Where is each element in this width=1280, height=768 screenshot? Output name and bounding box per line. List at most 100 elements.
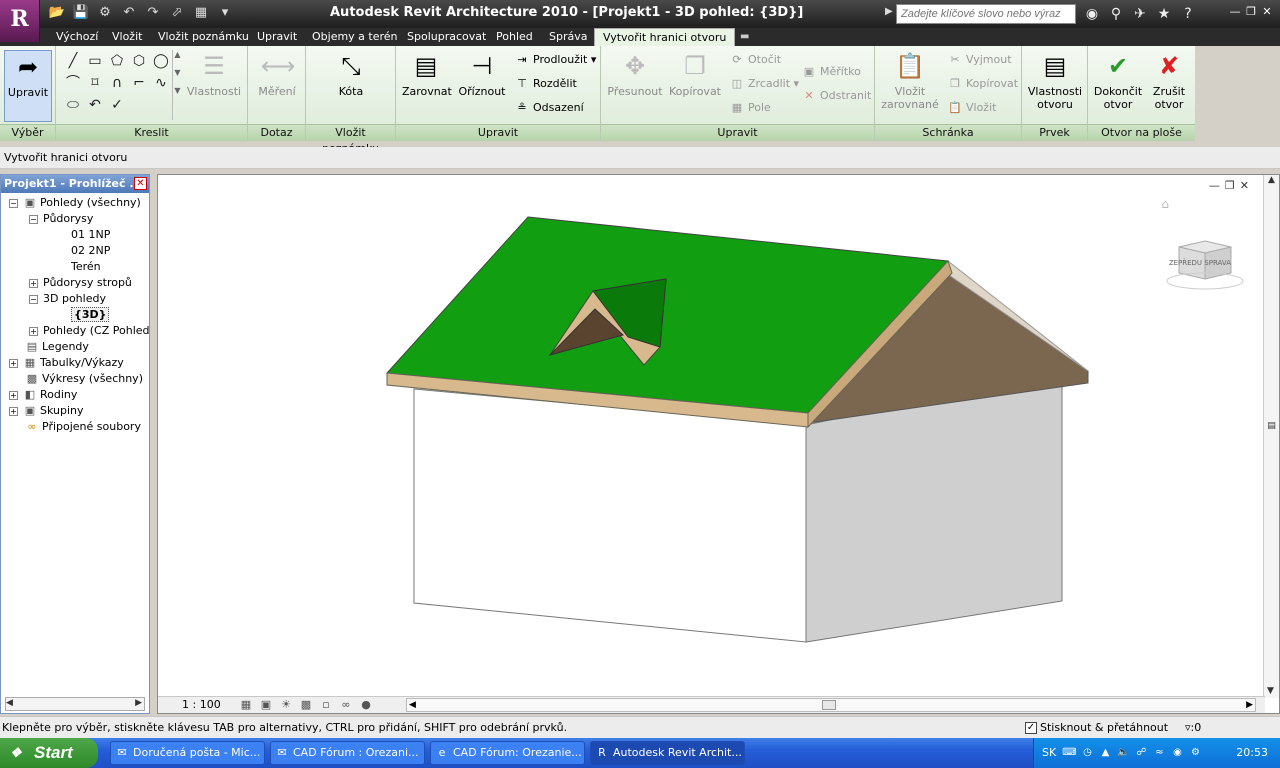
view-restore-icon[interactable]: ❐ xyxy=(1225,179,1235,192)
taskbar-item-mail[interactable]: ✉ Doručená pošta - Mic... xyxy=(110,741,265,765)
tree-item-3d[interactable]: {3D} xyxy=(71,307,110,323)
front-wall[interactable] xyxy=(413,388,807,643)
network-icon[interactable]: ☍ xyxy=(1134,738,1149,768)
collapse-icon[interactable]: − xyxy=(9,198,18,208)
key-icon[interactable]: ⚲ xyxy=(1106,4,1126,24)
view-horizontal-scrollbar[interactable]: ◀ ▶ xyxy=(406,698,1256,712)
minimize-icon[interactable]: — xyxy=(1228,5,1242,19)
tree-item-sheets[interactable]: ▩ Výkresy (všechny) xyxy=(25,371,143,387)
move-button[interactable]: ✥ Přesunout xyxy=(607,50,663,98)
arc-tangent-icon[interactable]: ∩ xyxy=(106,72,128,94)
expand-icon[interactable]: + xyxy=(29,278,38,288)
trim-button[interactable]: ⊣ Oříznout xyxy=(458,50,506,98)
expand-icon[interactable]: + xyxy=(29,326,38,336)
horizontal-scroll-thumb[interactable] xyxy=(822,700,836,710)
close-icon[interactable]: ✕ xyxy=(1260,5,1274,19)
selection-filter[interactable]: ▿:0 xyxy=(1185,717,1201,738)
circle-icon[interactable]: ◯ xyxy=(150,50,172,72)
tree-item-linked-files[interactable]: ∞ Připojené soubory xyxy=(25,419,141,435)
tree-item-teren[interactable]: Terén xyxy=(71,259,101,275)
model-graphics-style-icon[interactable]: ▣ xyxy=(258,697,274,713)
crop-region-icon[interactable]: ▫ xyxy=(318,697,334,713)
tree-item-schedules[interactable]: + ▦ Tabulky/Výkazy xyxy=(9,355,124,371)
infocenter-search-input[interactable] xyxy=(896,4,1076,24)
rotate-button[interactable]: ⟳ Otočit xyxy=(729,50,781,70)
tab-vychozi[interactable]: Výchozí xyxy=(48,28,106,46)
temp-hide-icon[interactable]: ∞ xyxy=(338,697,354,713)
taskbar-item-cad-forum-1[interactable]: ✉ CAD Fórum : Orezani... xyxy=(270,741,425,765)
modify-button[interactable]: ➦ Upravit xyxy=(4,50,52,122)
paste-aligned-button[interactable]: 📋 Vložit zarovnané xyxy=(879,50,941,111)
crop-icon[interactable]: ▩ xyxy=(298,697,314,713)
viewcube-face-label[interactable]: ZEPŘEDU SPRAVA xyxy=(1169,259,1231,267)
draw-gallery-scroll[interactable]: ▲ ▼ ▼ xyxy=(172,50,182,120)
model-3d-house[interactable] xyxy=(158,175,1263,697)
search-expand-icon[interactable]: ▶ xyxy=(885,6,893,17)
tab-vlozit-poznamku[interactable]: Vložit poznámku xyxy=(150,28,257,46)
extend-button[interactable]: ⇥ Prodloužit ▾ xyxy=(514,50,596,70)
tree-item-legends[interactable]: ▤ Legendy xyxy=(25,339,89,355)
view-minimize-icon[interactable]: — xyxy=(1209,179,1220,192)
qat-dropdown-icon[interactable]: ▾ xyxy=(216,4,234,22)
restore-icon[interactable]: ❐ xyxy=(1244,5,1258,19)
taskbar-item-cad-forum-2[interactable]: e CAD Fórum: Orezanie... xyxy=(430,741,585,765)
tree-item-groups[interactable]: + ▣ Skupiny xyxy=(9,403,84,419)
drag-snap-option[interactable]: ✓ Stisknout & přetáhnout xyxy=(1025,717,1168,738)
settings-icon[interactable]: ⚙ xyxy=(1188,738,1203,768)
opening-properties-button[interactable]: ▤ Vlastnosti otvoru xyxy=(1026,50,1084,111)
shadows-icon[interactable]: ☀ xyxy=(278,697,294,713)
tree-item-ceiling-plans[interactable]: + Půdorysy stropů xyxy=(29,275,132,291)
view-scale[interactable]: 1 : 100 xyxy=(182,697,221,713)
properties-button[interactable]: ☰ Vlastnosti xyxy=(186,50,242,98)
star-icon[interactable]: ★ xyxy=(1154,4,1174,24)
view-vertical-scrollbar[interactable]: ▲ ▤ ▼ xyxy=(1263,175,1279,698)
offset-button[interactable]: ≗ Odsazení xyxy=(514,98,583,118)
collapse-icon[interactable]: − xyxy=(29,294,38,304)
polygon-circumscribed-icon[interactable]: ⬡ xyxy=(128,50,150,72)
wifi-icon[interactable]: ≈ xyxy=(1152,738,1167,768)
measure-button[interactable]: ⟷ Měření xyxy=(252,50,302,98)
dimension-button[interactable]: ⤡ Kóta xyxy=(326,50,376,98)
cancel-opening-button[interactable]: ✘ Zrušit otvor xyxy=(1144,50,1194,111)
line-icon[interactable]: ╱ xyxy=(62,50,84,72)
tree-item-3d-views[interactable]: −3D pohledy xyxy=(29,291,106,307)
clipboard-copy-button[interactable]: ❐ Kopírovat xyxy=(947,74,1018,94)
scroll-thumb[interactable]: ▤ xyxy=(1264,421,1279,431)
tree-item-families[interactable]: + ◧ Rodiny xyxy=(9,387,77,403)
view-3d-icon[interactable]: ▦ xyxy=(192,4,210,22)
tree-item-floor-plans[interactable]: − Půdorysy xyxy=(29,211,93,227)
satellite-icon[interactable]: ✈ xyxy=(1130,4,1150,24)
copy-button[interactable]: ❐ Kopírovat xyxy=(667,50,723,98)
arc-start-end-icon[interactable]: ⌒ xyxy=(62,72,84,94)
delete-button[interactable]: ✕ Odstranit xyxy=(801,86,871,106)
redo-icon[interactable]: ↷ xyxy=(144,4,162,22)
view-close-icon[interactable]: ✕ xyxy=(1240,179,1249,192)
application-menu-button[interactable]: R xyxy=(0,0,40,42)
undo-icon[interactable]: ↶ xyxy=(120,4,138,22)
binoculars-icon[interactable]: ◉ xyxy=(1082,4,1102,24)
language-indicator[interactable]: SK xyxy=(1042,738,1056,768)
spline-icon[interactable]: ∿ xyxy=(150,72,172,94)
snap-checkbox[interactable]: ✓ xyxy=(1025,722,1037,734)
antivirus-icon[interactable]: ◉ xyxy=(1170,738,1185,768)
close-icon[interactable]: ✕ xyxy=(134,177,147,190)
help-icon[interactable]: ? xyxy=(1178,4,1198,24)
volume-icon[interactable]: 🔈 xyxy=(1116,738,1131,768)
ellipse-icon[interactable]: ⬭ xyxy=(62,94,84,116)
pick-lines-icon[interactable]: ✓ xyxy=(106,94,128,116)
partial-ellipse-icon[interactable]: ↶ xyxy=(84,94,106,116)
expand-icon[interactable]: + xyxy=(9,390,18,400)
tab-sprava[interactable]: Správa xyxy=(541,28,595,46)
scroll-right-icon[interactable]: ▶ xyxy=(1246,697,1253,713)
array-button[interactable]: ▦ Pole xyxy=(729,98,771,118)
select-cursor-icon[interactable]: ⬀ xyxy=(168,4,186,22)
scroll-down-icon[interactable]: ▼ xyxy=(1267,686,1274,696)
clock-app-icon[interactable]: ◷ xyxy=(1080,738,1095,768)
ribbon-minimize-icon[interactable]: ▬ xyxy=(740,31,749,42)
open-icon[interactable]: 📂 xyxy=(48,4,66,22)
tab-objemy-a-teren[interactable]: Objemy a terén xyxy=(304,28,406,46)
split-button[interactable]: ⊤ Rozdělit xyxy=(514,74,577,94)
clock[interactable]: 20:53 xyxy=(1236,738,1268,768)
keyboard-icon[interactable]: ⌨ xyxy=(1062,738,1077,768)
home-icon[interactable]: ⌂ xyxy=(1161,197,1169,211)
